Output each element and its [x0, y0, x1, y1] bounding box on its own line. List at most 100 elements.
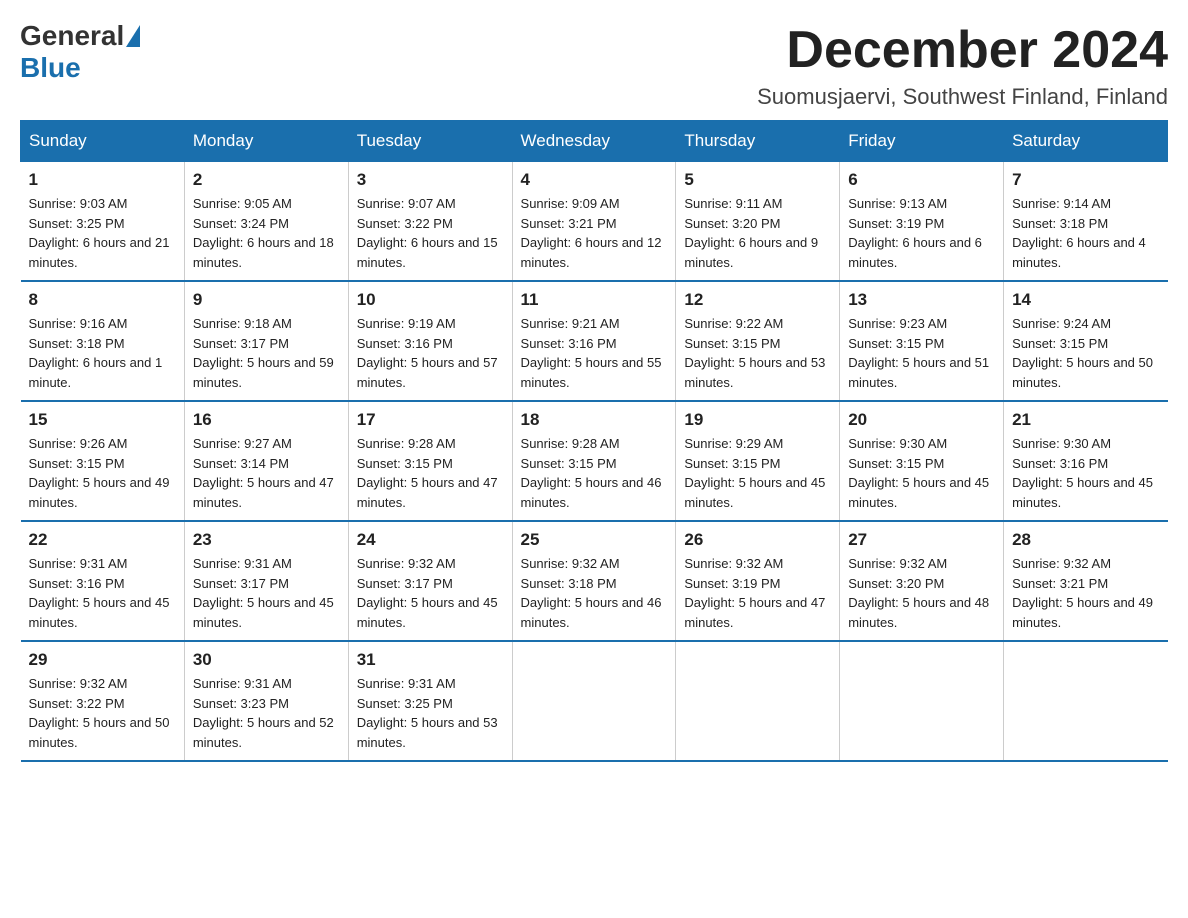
calendar-cell: 16 Sunrise: 9:27 AMSunset: 3:14 PMDaylig… — [184, 401, 348, 521]
day-info: Sunrise: 9:29 AMSunset: 3:15 PMDaylight:… — [684, 434, 831, 512]
logo-blue-text: Blue — [20, 52, 81, 84]
day-number: 28 — [1012, 530, 1159, 550]
month-title: December 2024 — [757, 20, 1168, 80]
day-number: 2 — [193, 170, 340, 190]
calendar-cell: 3 Sunrise: 9:07 AMSunset: 3:22 PMDayligh… — [348, 162, 512, 282]
day-number: 5 — [684, 170, 831, 190]
day-info: Sunrise: 9:30 AMSunset: 3:15 PMDaylight:… — [848, 434, 995, 512]
calendar-cell — [840, 641, 1004, 761]
day-number: 31 — [357, 650, 504, 670]
calendar-cell — [512, 641, 676, 761]
day-number: 21 — [1012, 410, 1159, 430]
day-number: 11 — [521, 290, 668, 310]
day-info: Sunrise: 9:32 AMSunset: 3:19 PMDaylight:… — [684, 554, 831, 632]
day-info: Sunrise: 9:24 AMSunset: 3:15 PMDaylight:… — [1012, 314, 1159, 392]
day-info: Sunrise: 9:31 AMSunset: 3:23 PMDaylight:… — [193, 674, 340, 752]
day-info: Sunrise: 9:30 AMSunset: 3:16 PMDaylight:… — [1012, 434, 1159, 512]
calendar-cell — [1004, 641, 1168, 761]
calendar-cell: 5 Sunrise: 9:11 AMSunset: 3:20 PMDayligh… — [676, 162, 840, 282]
calendar-cell: 1 Sunrise: 9:03 AMSunset: 3:25 PMDayligh… — [21, 162, 185, 282]
day-number: 24 — [357, 530, 504, 550]
calendar-week-row: 8 Sunrise: 9:16 AMSunset: 3:18 PMDayligh… — [21, 281, 1168, 401]
day-number: 14 — [1012, 290, 1159, 310]
calendar-table: SundayMondayTuesdayWednesdayThursdayFrid… — [20, 120, 1168, 762]
calendar-cell: 26 Sunrise: 9:32 AMSunset: 3:19 PMDaylig… — [676, 521, 840, 641]
day-number: 19 — [684, 410, 831, 430]
weekday-header-monday: Monday — [184, 121, 348, 162]
weekday-header-thursday: Thursday — [676, 121, 840, 162]
calendar-cell: 13 Sunrise: 9:23 AMSunset: 3:15 PMDaylig… — [840, 281, 1004, 401]
logo-triangle-icon — [126, 25, 140, 47]
calendar-cell — [676, 641, 840, 761]
calendar-cell: 19 Sunrise: 9:29 AMSunset: 3:15 PMDaylig… — [676, 401, 840, 521]
day-info: Sunrise: 9:21 AMSunset: 3:16 PMDaylight:… — [521, 314, 668, 392]
calendar-cell: 2 Sunrise: 9:05 AMSunset: 3:24 PMDayligh… — [184, 162, 348, 282]
calendar-cell: 29 Sunrise: 9:32 AMSunset: 3:22 PMDaylig… — [21, 641, 185, 761]
day-number: 6 — [848, 170, 995, 190]
calendar-cell: 15 Sunrise: 9:26 AMSunset: 3:15 PMDaylig… — [21, 401, 185, 521]
page-header: General Blue December 2024 Suomusjaervi,… — [20, 20, 1168, 110]
day-info: Sunrise: 9:19 AMSunset: 3:16 PMDaylight:… — [357, 314, 504, 392]
calendar-cell: 12 Sunrise: 9:22 AMSunset: 3:15 PMDaylig… — [676, 281, 840, 401]
day-number: 12 — [684, 290, 831, 310]
day-info: Sunrise: 9:31 AMSunset: 3:17 PMDaylight:… — [193, 554, 340, 632]
day-info: Sunrise: 9:26 AMSunset: 3:15 PMDaylight:… — [29, 434, 176, 512]
calendar-cell: 24 Sunrise: 9:32 AMSunset: 3:17 PMDaylig… — [348, 521, 512, 641]
calendar-week-row: 29 Sunrise: 9:32 AMSunset: 3:22 PMDaylig… — [21, 641, 1168, 761]
day-info: Sunrise: 9:09 AMSunset: 3:21 PMDaylight:… — [521, 194, 668, 272]
day-info: Sunrise: 9:16 AMSunset: 3:18 PMDaylight:… — [29, 314, 176, 392]
day-number: 8 — [29, 290, 176, 310]
weekday-header-row: SundayMondayTuesdayWednesdayThursdayFrid… — [21, 121, 1168, 162]
calendar-cell: 7 Sunrise: 9:14 AMSunset: 3:18 PMDayligh… — [1004, 162, 1168, 282]
day-number: 16 — [193, 410, 340, 430]
day-info: Sunrise: 9:32 AMSunset: 3:21 PMDaylight:… — [1012, 554, 1159, 632]
calendar-cell: 28 Sunrise: 9:32 AMSunset: 3:21 PMDaylig… — [1004, 521, 1168, 641]
day-info: Sunrise: 9:13 AMSunset: 3:19 PMDaylight:… — [848, 194, 995, 272]
day-number: 18 — [521, 410, 668, 430]
calendar-cell: 30 Sunrise: 9:31 AMSunset: 3:23 PMDaylig… — [184, 641, 348, 761]
location-title: Suomusjaervi, Southwest Finland, Finland — [757, 84, 1168, 110]
day-number: 9 — [193, 290, 340, 310]
day-number: 13 — [848, 290, 995, 310]
day-info: Sunrise: 9:07 AMSunset: 3:22 PMDaylight:… — [357, 194, 504, 272]
day-info: Sunrise: 9:28 AMSunset: 3:15 PMDaylight:… — [521, 434, 668, 512]
calendar-cell: 31 Sunrise: 9:31 AMSunset: 3:25 PMDaylig… — [348, 641, 512, 761]
calendar-cell: 18 Sunrise: 9:28 AMSunset: 3:15 PMDaylig… — [512, 401, 676, 521]
day-info: Sunrise: 9:14 AMSunset: 3:18 PMDaylight:… — [1012, 194, 1159, 272]
day-number: 23 — [193, 530, 340, 550]
day-number: 3 — [357, 170, 504, 190]
calendar-cell: 25 Sunrise: 9:32 AMSunset: 3:18 PMDaylig… — [512, 521, 676, 641]
calendar-cell: 11 Sunrise: 9:21 AMSunset: 3:16 PMDaylig… — [512, 281, 676, 401]
day-info: Sunrise: 9:31 AMSunset: 3:16 PMDaylight:… — [29, 554, 176, 632]
calendar-cell: 20 Sunrise: 9:30 AMSunset: 3:15 PMDaylig… — [840, 401, 1004, 521]
weekday-header-saturday: Saturday — [1004, 121, 1168, 162]
day-number: 1 — [29, 170, 176, 190]
day-info: Sunrise: 9:32 AMSunset: 3:18 PMDaylight:… — [521, 554, 668, 632]
weekday-header-sunday: Sunday — [21, 121, 185, 162]
day-number: 22 — [29, 530, 176, 550]
day-number: 4 — [521, 170, 668, 190]
day-number: 27 — [848, 530, 995, 550]
calendar-cell: 4 Sunrise: 9:09 AMSunset: 3:21 PMDayligh… — [512, 162, 676, 282]
calendar-cell: 21 Sunrise: 9:30 AMSunset: 3:16 PMDaylig… — [1004, 401, 1168, 521]
day-number: 20 — [848, 410, 995, 430]
day-number: 29 — [29, 650, 176, 670]
day-number: 15 — [29, 410, 176, 430]
day-info: Sunrise: 9:28 AMSunset: 3:15 PMDaylight:… — [357, 434, 504, 512]
day-info: Sunrise: 9:32 AMSunset: 3:17 PMDaylight:… — [357, 554, 504, 632]
day-number: 10 — [357, 290, 504, 310]
day-info: Sunrise: 9:18 AMSunset: 3:17 PMDaylight:… — [193, 314, 340, 392]
weekday-header-wednesday: Wednesday — [512, 121, 676, 162]
calendar-cell: 9 Sunrise: 9:18 AMSunset: 3:17 PMDayligh… — [184, 281, 348, 401]
calendar-cell: 8 Sunrise: 9:16 AMSunset: 3:18 PMDayligh… — [21, 281, 185, 401]
calendar-cell: 14 Sunrise: 9:24 AMSunset: 3:15 PMDaylig… — [1004, 281, 1168, 401]
day-info: Sunrise: 9:23 AMSunset: 3:15 PMDaylight:… — [848, 314, 995, 392]
day-info: Sunrise: 9:05 AMSunset: 3:24 PMDaylight:… — [193, 194, 340, 272]
weekday-header-tuesday: Tuesday — [348, 121, 512, 162]
calendar-cell: 27 Sunrise: 9:32 AMSunset: 3:20 PMDaylig… — [840, 521, 1004, 641]
calendar-week-row: 1 Sunrise: 9:03 AMSunset: 3:25 PMDayligh… — [21, 162, 1168, 282]
logo-general-text: General — [20, 20, 124, 52]
calendar-cell: 10 Sunrise: 9:19 AMSunset: 3:16 PMDaylig… — [348, 281, 512, 401]
day-number: 25 — [521, 530, 668, 550]
calendar-cell: 22 Sunrise: 9:31 AMSunset: 3:16 PMDaylig… — [21, 521, 185, 641]
